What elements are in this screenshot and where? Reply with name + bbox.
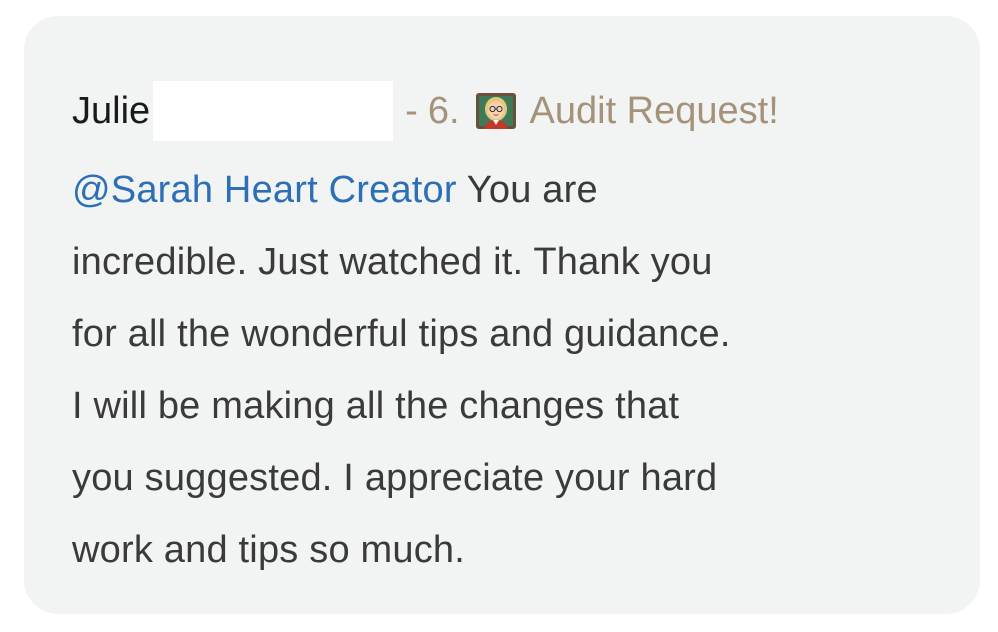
teacher-emoji-icon	[474, 89, 518, 133]
user-mention[interactable]: @Sarah Heart Creator	[72, 169, 457, 211]
message-body: @Sarah Heart Creator You are incredible.…	[72, 154, 952, 586]
message-line-5: you suggested. I appreciate your hard	[72, 457, 718, 499]
channel-name: Audit Request!	[529, 89, 779, 132]
message-line-3: for all the wonderful tips and guidance.	[72, 313, 731, 355]
message-header: Julie - 6. Audit Request!	[72, 76, 779, 146]
channel-link[interactable]: 6. Audit Request!	[418, 89, 779, 133]
redacted-name-block	[153, 81, 394, 141]
message-line-1: @Sarah Heart Creator You are	[72, 154, 952, 226]
message-line-6: work and tips so much.	[72, 529, 466, 571]
header-separator: -	[405, 89, 418, 132]
author-name[interactable]: Julie	[72, 90, 150, 133]
message-text: You are	[456, 169, 598, 211]
message-card: Julie - 6. Audit Request! @Sarah Heart C…	[24, 16, 980, 614]
message-line-4: I will be making all the changes that	[72, 385, 680, 427]
channel-number: 6.	[427, 89, 460, 132]
message-line-2: incredible. Just watched it. Thank you	[72, 241, 713, 283]
